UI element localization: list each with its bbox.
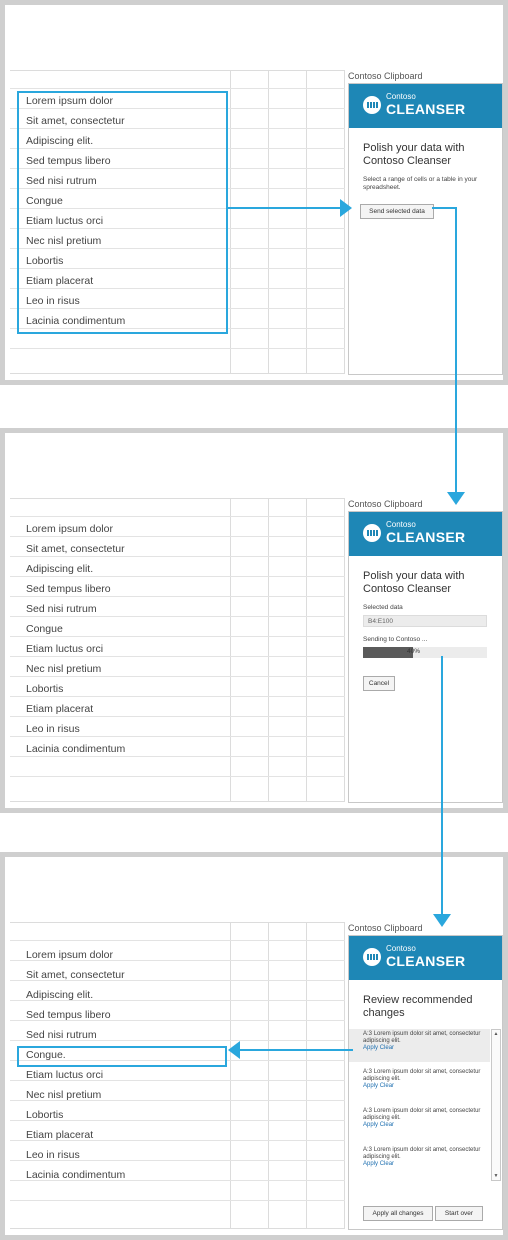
upload-progress-bar: 40% [363,647,487,658]
panel-heading: Polish your data with Contoso Cleanser [363,570,465,595]
apply-link[interactable]: Apply [363,1161,378,1167]
recommendation-item: A:3 Lorem ipsum dolor sit amet, consecte… [363,1069,491,1090]
task-pane-title: Contoso Clipboard [348,71,423,81]
selected-data-field: B4:E100 [363,615,487,627]
brand-banner: Contoso CLEANSER [349,84,502,128]
cleanser-panel-1: Contoso CLEANSER Polish your data with C… [348,83,503,375]
cell[interactable]: Sit amet, consectetur [26,968,125,982]
cell[interactable]: Nec nisl pretium [26,1088,101,1102]
brand-name-small: Contoso [386,92,416,101]
brand-banner: Contoso CLEANSER [349,936,502,980]
brand-name-big: CLEANSER [386,101,466,117]
cell[interactable]: Etiam placerat [26,702,93,716]
cell[interactable]: Lacinia condimentum [26,1168,125,1182]
recommendation-ref: A:3 [363,1031,373,1037]
flow-arrow [432,207,456,209]
progress-fill [363,647,413,658]
recommendation-text: Lorem ipsum dolor sit amet, consectetur … [363,1108,481,1121]
flow-arrow [240,1049,353,1051]
edited-cell-highlight [17,1046,227,1067]
recommendation-ref: A:3 [363,1069,373,1075]
arrow-head-right-icon [340,199,352,217]
panel-heading: Review recommended changes [363,994,473,1019]
panel-heading: Polish your data with Contoso Cleanser [363,142,465,167]
clear-link[interactable]: Clear [380,1045,394,1051]
flow-arrow [228,207,340,209]
cell[interactable]: Leo in risus [26,1148,80,1162]
cell[interactable]: Leo in risus [26,722,80,736]
apply-all-changes-button[interactable]: Apply all changes [363,1206,433,1221]
cell[interactable]: Lobortis [26,1108,63,1122]
cancel-button[interactable]: Cancel [363,676,395,691]
cell[interactable]: Sit amet, consectetur [26,542,125,556]
brand-banner: Contoso CLEANSER [349,512,502,556]
cell[interactable]: Adipiscing elit. [26,562,93,576]
clear-link[interactable]: Clear [380,1161,394,1167]
cell[interactable]: Sed nisi rutrum [26,602,97,616]
cell[interactable]: Congue [26,622,63,636]
recommendation-item: A:3 Lorem ipsum dolor sit amet, consecte… [363,1031,491,1052]
progress-percent: 40% [407,648,421,655]
brand-name-big: CLEANSER [386,953,466,969]
instruction-text: Select a range of cells or a table in yo… [363,176,478,191]
cleanser-panel-2: Contoso CLEANSER Polish your data with C… [348,511,503,803]
cleanser-panel-3: Contoso CLEANSER Review recommended chan… [348,935,503,1230]
cell[interactable]: Lorem ipsum dolor [26,948,113,962]
cell[interactable]: Adipiscing elit. [26,988,93,1002]
arrow-head-down-icon [447,492,465,505]
cell[interactable]: Etiam placerat [26,1128,93,1142]
cell[interactable]: Etiam luctus orci [26,642,103,656]
recommendation-text: Lorem ipsum dolor sit amet, consectetur … [363,1147,481,1160]
cell[interactable]: Lacinia condimentum [26,742,125,756]
apply-link[interactable]: Apply [363,1045,378,1051]
start-over-button[interactable]: Start over [435,1206,483,1221]
cell[interactable]: Sed tempus libero [26,1008,111,1022]
task-pane-title: Contoso Clipboard [348,923,423,933]
flow-arrow [455,207,457,492]
send-button-highlight [351,199,431,217]
task-pane-title: Contoso Clipboard [348,499,423,509]
cell[interactable]: Lobortis [26,682,63,696]
scroll-down-icon[interactable]: ▼ [493,1173,499,1179]
cleanser-logo-icon [363,524,381,542]
arrow-head-down-icon [433,914,451,927]
cleanser-logo-icon [363,948,381,966]
brand-name-small: Contoso [386,944,416,953]
cell[interactable]: Nec nisl pretium [26,662,101,676]
recommendation-item: A:3 Lorem ipsum dolor sit amet, consecte… [363,1108,491,1129]
scroll-up-icon[interactable]: ▲ [493,1031,499,1037]
apply-link[interactable]: Apply [363,1122,378,1128]
recommendation-text: Lorem ipsum dolor sit amet, consectetur … [363,1031,481,1044]
recommendation-text: Lorem ipsum dolor sit amet, consectetur … [363,1069,481,1082]
arrow-head-left-icon [228,1041,240,1059]
selected-data-label: Selected data [363,604,403,611]
cleanser-logo-icon [363,96,381,114]
recommendations-scrollbar[interactable]: ▲ ▼ [491,1029,501,1181]
cell[interactable]: Sed nisi rutrum [26,1028,97,1042]
recommendation-ref: A:3 [363,1147,373,1153]
apply-link[interactable]: Apply [363,1083,378,1089]
clear-link[interactable]: Clear [380,1122,394,1128]
screen-frame-2: Lorem ipsum dolor Sit amet, consectetur … [0,428,508,813]
recommendation-ref: A:3 [363,1108,373,1114]
cell[interactable]: Sed tempus libero [26,582,111,596]
cell[interactable]: Lorem ipsum dolor [26,522,113,536]
recommendation-item: A:3 Lorem ipsum dolor sit amet, consecte… [363,1147,491,1168]
selected-range-highlight [17,91,228,334]
app-window-2: Lorem ipsum dolor Sit amet, consectetur … [5,433,503,808]
sending-status-label: Sending to Contoso ... [363,636,428,643]
cell[interactable]: Etiam luctus orci [26,1068,103,1082]
brand-name-small: Contoso [386,520,416,529]
clear-link[interactable]: Clear [380,1083,394,1089]
flow-arrow [441,656,443,916]
brand-name-big: CLEANSER [386,529,466,545]
